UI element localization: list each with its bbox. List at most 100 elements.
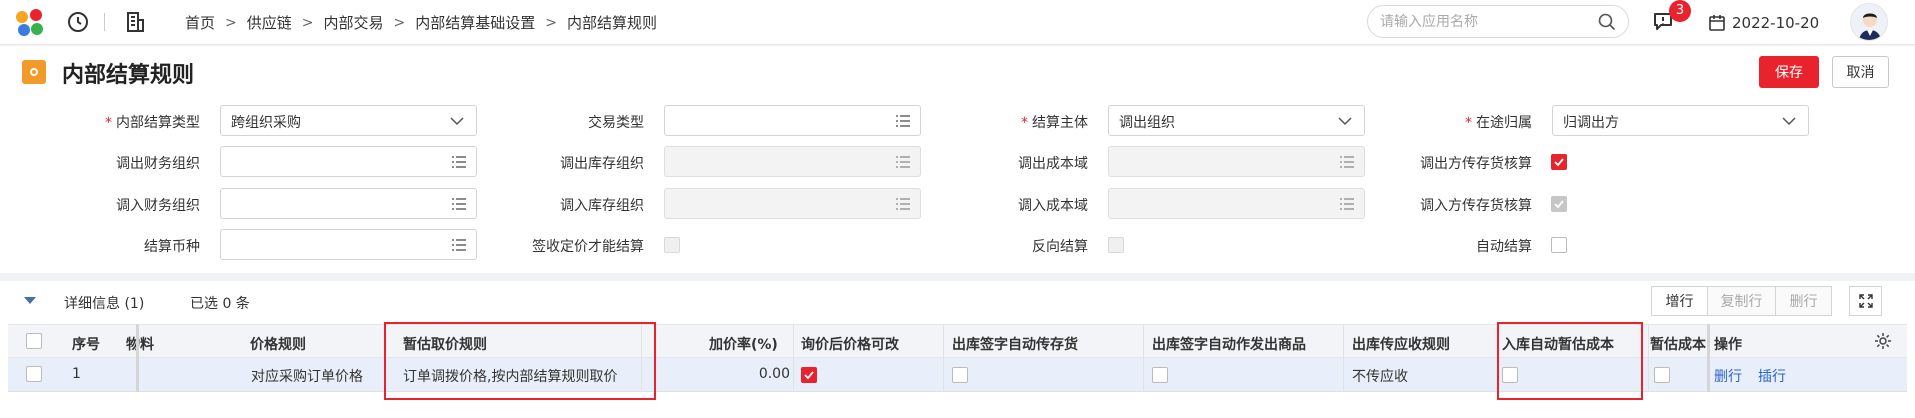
chevron-right-icon: > xyxy=(301,14,314,31)
chevron-right-icon: > xyxy=(545,14,557,31)
header-form: * 内部结算类型 跨组织采购 交易类型 * 结算主体 调出组织 * 在途归属 归调出方… xyxy=(0,98,1915,273)
column-divider xyxy=(1707,324,1710,392)
cancel-button[interactable]: 取消 xyxy=(1832,56,1889,88)
currency-field[interactable] xyxy=(220,229,477,260)
estimate-cost-checkbox[interactable] xyxy=(1654,367,1670,383)
divider xyxy=(104,13,105,31)
auto-settle-checkbox[interactable] xyxy=(1551,237,1567,253)
col-out-sign-goods: 出库签字自动作发出商品 xyxy=(1152,337,1306,353)
in-cost-domain-label: 调入成本域 xyxy=(1018,198,1088,214)
auto-settle-label: 自动结算 xyxy=(1476,239,1532,255)
notification-badge: 3 xyxy=(1669,0,1691,22)
current-date: 2022-10-20 xyxy=(1732,13,1820,32)
col-markup: 加价率(%) xyxy=(709,337,778,353)
collapse-icon[interactable] xyxy=(24,297,36,304)
cell-markup[interactable]: 0.00 xyxy=(720,366,790,382)
trade-type-label: 交易类型 xyxy=(588,115,644,131)
app-logo[interactable] xyxy=(16,9,44,37)
title-bar: 内部结算规则 保存 取消 xyxy=(0,46,1915,98)
breadcrumb-supply-chain[interactable]: 供应链 xyxy=(247,12,292,33)
settle-type-value: 跨组织采购 xyxy=(231,115,301,131)
price-editable-checkbox[interactable] xyxy=(801,367,817,383)
breadcrumb-internal-trade[interactable]: 内部交易 xyxy=(324,12,384,33)
in-fin-org-label: 调入财务组织 xyxy=(116,198,200,214)
user-avatar[interactable] xyxy=(1850,3,1888,41)
col-seq: 序号 xyxy=(72,337,100,353)
app-search xyxy=(1367,5,1629,38)
gear-icon xyxy=(22,60,46,84)
in-inv-org-field xyxy=(664,188,921,219)
trade-type-field[interactable] xyxy=(664,105,921,136)
check-icon xyxy=(1554,200,1564,209)
cell-seq: 1 xyxy=(72,366,81,382)
out-sign-inv-checkbox[interactable] xyxy=(952,367,968,383)
chevron-right-icon: > xyxy=(225,14,237,31)
fullscreen-icon xyxy=(1858,294,1873,308)
add-row-button[interactable]: 增行 xyxy=(1651,286,1708,316)
row-delete-link[interactable]: 删行 xyxy=(1714,366,1742,386)
top-bar: 首页 > 供应链 > 内部交易 > 内部结算基础设置 > 内部结算规则 3 20… xyxy=(0,0,1915,45)
cell-price-rule[interactable]: 对应采购订单价格 xyxy=(251,366,363,386)
history-icon[interactable] xyxy=(66,10,90,34)
out-inv-account-checkbox[interactable] xyxy=(1551,154,1567,170)
check-icon xyxy=(1554,158,1564,167)
expand-button[interactable] xyxy=(1849,286,1882,316)
reverse-checkbox xyxy=(1108,237,1124,253)
highlight-auto-estimate-cost xyxy=(1497,322,1643,400)
building-icon[interactable] xyxy=(124,10,148,34)
col-action: 操作 xyxy=(1714,337,1742,353)
out-fin-org-label: 调出财务组织 xyxy=(116,156,200,172)
in-inv-account-checkbox xyxy=(1551,196,1567,212)
delete-row-button: 删行 xyxy=(1775,286,1832,316)
col-material: 物料 xyxy=(126,337,154,353)
out-sign-goods-checkbox[interactable] xyxy=(1152,367,1168,383)
search-input[interactable] xyxy=(1380,12,1590,32)
settle-type-select[interactable]: 跨组织采购 xyxy=(220,105,477,136)
out-inv-org-label: 调出库存组织 xyxy=(560,156,644,172)
select-all-checkbox[interactable] xyxy=(26,333,42,349)
transit-owner-select[interactable]: 归调出方 xyxy=(1552,105,1809,136)
col-estimate-cost: 暂估成本 xyxy=(1650,337,1706,353)
in-cost-domain-field xyxy=(1108,188,1365,219)
sign-price-checkbox xyxy=(664,237,680,253)
out-inv-account-label: 调出方传存货核算 xyxy=(1420,156,1532,172)
settle-subject-label: * 结算主体 xyxy=(1021,115,1088,131)
row-insert-link[interactable]: 插行 xyxy=(1758,366,1786,386)
column-divider xyxy=(1143,324,1144,392)
column-divider xyxy=(1648,324,1649,392)
copy-row-button: 复制行 xyxy=(1707,286,1776,316)
transit-owner-label: * 在途归属 xyxy=(1465,115,1532,131)
in-fin-org-field[interactable] xyxy=(220,188,477,219)
out-fin-org-field[interactable] xyxy=(220,146,477,177)
settle-subject-select[interactable]: 调出组织 xyxy=(1108,105,1365,136)
highlight-estimate-rule xyxy=(384,322,656,400)
save-button[interactable]: 保存 xyxy=(1759,56,1819,88)
col-price-rule: 价格规则 xyxy=(250,337,306,353)
row-checkbox[interactable] xyxy=(26,366,42,382)
col-price-editable: 询价后价格可改 xyxy=(801,337,899,353)
breadcrumb-home[interactable]: 首页 xyxy=(185,12,215,33)
page-title: 内部结算规则 xyxy=(62,63,195,88)
column-divider xyxy=(1343,324,1344,392)
column-divider xyxy=(793,324,794,392)
settle-type-label: * 内部结算类型 xyxy=(105,115,200,131)
col-receivable-rule: 出库传应收规则 xyxy=(1352,337,1450,353)
chevron-down-icon xyxy=(1782,117,1796,126)
out-cost-domain-label: 调出成本域 xyxy=(1018,156,1088,172)
out-cost-domain-field xyxy=(1108,146,1365,177)
breadcrumb: 首页 > 供应链 > 内部交易 > 内部结算基础设置 > 内部结算规则 xyxy=(185,0,657,45)
out-inv-org-field xyxy=(664,146,921,177)
currency-label: 结算币种 xyxy=(144,239,200,255)
in-inv-account-label: 调入方传存货核算 xyxy=(1420,198,1532,214)
reverse-label: 反向结算 xyxy=(1032,239,1088,255)
in-inv-org-label: 调入库存组织 xyxy=(560,198,644,214)
search-icon[interactable] xyxy=(1598,13,1616,31)
cell-receivable-rule[interactable]: 不传应收 xyxy=(1352,366,1408,386)
breadcrumb-current: 内部结算规则 xyxy=(567,14,658,32)
settings-icon[interactable] xyxy=(1874,332,1892,350)
avatar-icon xyxy=(1851,4,1887,40)
date-display[interactable]: 2022-10-20 xyxy=(1708,0,1819,45)
column-divider xyxy=(136,324,139,392)
breadcrumb-settings[interactable]: 内部结算基础设置 xyxy=(415,12,535,33)
col-out-sign-inv: 出库签字自动传存货 xyxy=(952,337,1078,353)
